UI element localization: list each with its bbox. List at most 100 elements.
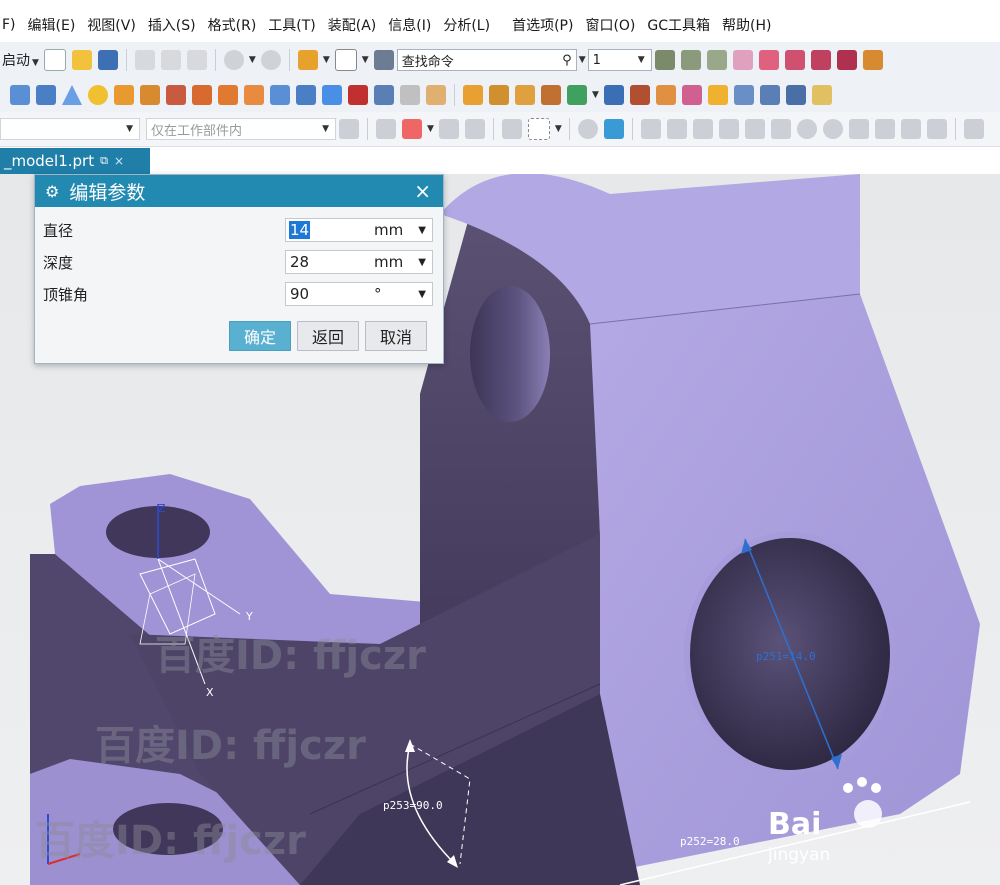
patch-icon[interactable] — [733, 85, 754, 105]
trim-body-icon[interactable] — [348, 85, 368, 105]
chevron-down-icon[interactable]: ▼ — [418, 289, 426, 300]
slot-icon[interactable] — [218, 85, 238, 105]
back-button[interactable]: 返回 — [297, 321, 359, 351]
snap-center-icon[interactable] — [796, 119, 817, 139]
ok-button[interactable]: 确定 — [229, 321, 291, 351]
pocket-icon[interactable] — [140, 85, 160, 105]
mirror-icon[interactable] — [541, 85, 561, 105]
select-all-icon[interactable] — [438, 119, 459, 139]
snap-control-icon[interactable] — [692, 119, 713, 139]
more-features-icon[interactable] — [811, 85, 832, 105]
sew-icon[interactable] — [707, 85, 728, 105]
tab-close-icon[interactable]: × — [114, 154, 124, 168]
new-file-icon[interactable] — [43, 49, 66, 71]
shaded-view-icon[interactable] — [577, 119, 598, 139]
level-select[interactable]: 1 ▼ — [587, 49, 652, 71]
menu-information[interactable]: 信息(I) — [388, 15, 431, 35]
snap-point-icon[interactable] — [402, 119, 422, 139]
snap-endpoint-icon[interactable] — [640, 119, 661, 139]
menu-view[interactable]: 视图(V) — [87, 15, 136, 35]
cone-icon[interactable] — [62, 85, 82, 105]
dialog-title-bar[interactable]: ⚙ 编辑参数 × — [35, 175, 443, 207]
undo-icon[interactable] — [223, 50, 244, 70]
chamfer-icon[interactable] — [489, 85, 509, 105]
snap-existing-icon[interactable] — [848, 119, 869, 139]
select-connected-icon[interactable] — [501, 119, 522, 139]
revolve-icon[interactable] — [296, 85, 316, 105]
type-filter-select[interactable]: ▼ — [0, 118, 140, 140]
boss-icon[interactable] — [114, 85, 134, 105]
groove-icon[interactable] — [244, 85, 264, 105]
move-to-layer-icon[interactable] — [680, 50, 701, 70]
draft-icon[interactable] — [603, 85, 624, 105]
chevron-down-icon[interactable]: ▼ — [418, 257, 426, 268]
wcs-orient-icon[interactable] — [810, 50, 831, 70]
nx5-hole-icon[interactable] — [166, 85, 186, 105]
open-folder-icon[interactable] — [71, 50, 92, 70]
save-icon[interactable] — [97, 50, 118, 70]
wrap-icon[interactable] — [759, 85, 780, 105]
shell-icon[interactable] — [426, 85, 446, 105]
paste-icon[interactable] — [186, 50, 207, 70]
layer-settings-icon[interactable] — [654, 50, 675, 70]
scale-body-icon[interactable] — [655, 85, 676, 105]
filter-reset-icon[interactable] — [339, 119, 359, 139]
cylinder-icon[interactable] — [36, 85, 56, 105]
snap-quadrant-icon[interactable] — [822, 119, 843, 139]
menu-preferences[interactable]: 首选项(P) — [512, 15, 573, 35]
menu-edit[interactable]: 编辑(E) — [28, 15, 76, 35]
menu-insert[interactable]: 插入(S) — [148, 15, 196, 35]
menu-file[interactable]: F) — [2, 17, 16, 33]
datum-plane-icon[interactable] — [567, 85, 587, 105]
snap-on-curve-icon[interactable] — [874, 119, 895, 139]
menu-window[interactable]: 窗口(O) — [585, 15, 635, 35]
copy-icon[interactable] — [160, 50, 181, 70]
tip-angle-value[interactable]: 90 — [286, 285, 374, 303]
touch-mode-icon[interactable] — [373, 50, 394, 70]
snap-midpoint-icon[interactable] — [666, 119, 687, 139]
start-menu-button[interactable]: 启动 ▼ — [2, 50, 41, 70]
wcs-display-icon[interactable] — [836, 50, 857, 70]
diameter-value[interactable]: 14 — [289, 221, 311, 239]
wcs-save-icon[interactable] — [862, 50, 883, 70]
pad-icon[interactable] — [192, 85, 212, 105]
tab-pin-icon[interactable]: ⧉ — [100, 154, 108, 168]
rectangle-select-icon[interactable] — [527, 118, 550, 140]
menu-help[interactable]: 帮助(H) — [722, 15, 771, 35]
thread-icon[interactable] — [400, 85, 420, 105]
snap-face-icon[interactable] — [900, 119, 921, 139]
snap-curve-icon[interactable] — [744, 119, 765, 139]
command-finder-icon[interactable] — [297, 50, 318, 70]
close-icon[interactable]: × — [414, 179, 431, 203]
menu-format[interactable]: 格式(R) — [208, 15, 257, 35]
menu-tools[interactable]: 工具(T) — [268, 15, 315, 35]
sweep-icon[interactable] — [322, 85, 342, 105]
split-body-icon[interactable] — [374, 85, 394, 105]
depth-field[interactable]: 28 mm ▼ — [285, 250, 433, 274]
emboss-icon[interactable] — [785, 85, 806, 105]
extrude-icon[interactable] — [270, 85, 290, 105]
tab-model1[interactable]: _model1.prt ⧉ × — [0, 148, 150, 174]
blend-face-icon[interactable] — [681, 85, 702, 105]
wcs-origin-icon[interactable] — [758, 50, 779, 70]
sphere-icon[interactable] — [88, 85, 108, 105]
block-icon[interactable] — [10, 85, 30, 105]
redo-icon[interactable] — [260, 50, 281, 70]
depth-value[interactable]: 28 — [286, 253, 374, 271]
menu-assembly[interactable]: 装配(A) — [328, 15, 377, 35]
menu-analysis[interactable]: 分析(L) — [443, 15, 490, 35]
edge-blend-icon[interactable] — [463, 85, 483, 105]
deselect-icon[interactable] — [464, 119, 485, 139]
selection-box-icon[interactable] — [334, 49, 357, 71]
wcs-rotate-icon[interactable] — [784, 50, 805, 70]
pattern-icon[interactable] — [515, 85, 535, 105]
snap-perpendicular-icon[interactable] — [770, 119, 791, 139]
snap-bounded-icon[interactable] — [926, 119, 947, 139]
diameter-field[interactable]: 14 mm ▼ — [285, 218, 433, 242]
cancel-button[interactable]: 取消 — [365, 321, 427, 351]
selection-options-icon[interactable] — [376, 119, 396, 139]
selection-scope-select[interactable]: 仅在工作部件内 ▼ — [146, 118, 336, 140]
tip-angle-field[interactable]: 90 ° ▼ — [285, 282, 433, 306]
selected-shaded-icon[interactable] — [603, 119, 624, 139]
offset-face-icon[interactable] — [629, 85, 650, 105]
